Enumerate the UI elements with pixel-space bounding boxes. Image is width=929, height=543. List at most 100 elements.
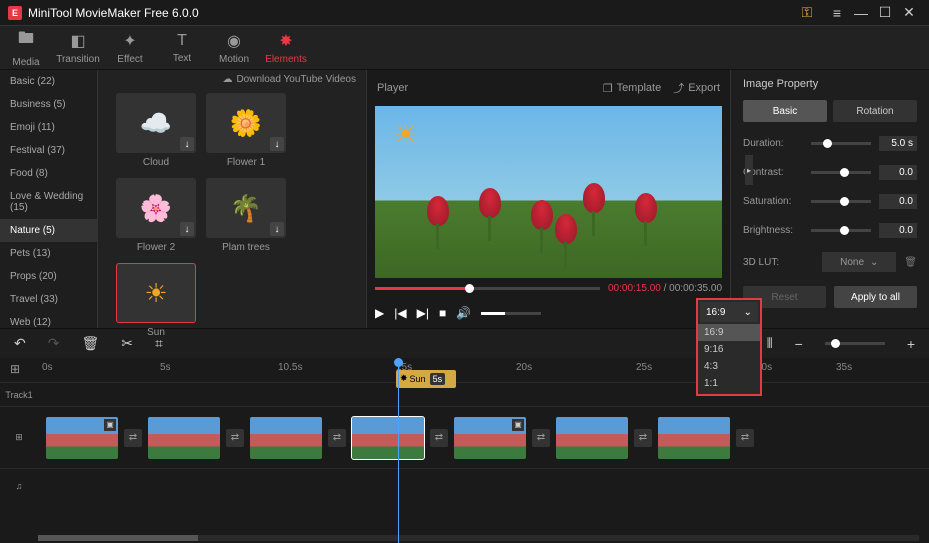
aspect-option-9-16[interactable]: 9:16 (698, 341, 760, 358)
transition-slot[interactable]: ⇄ (226, 429, 244, 447)
transition-slot[interactable]: ⇄ (328, 429, 346, 447)
export-button[interactable]: ⤴Export (673, 80, 720, 96)
clip-7[interactable] (658, 417, 730, 459)
lut-delete-icon[interactable]: 🗑 (904, 257, 917, 268)
sidebar-item-food[interactable]: Food (8) (0, 162, 97, 185)
minimize-button[interactable]: — (849, 3, 873, 23)
tab-rotation[interactable]: Rotation (833, 100, 917, 122)
saturation-value[interactable]: 0.0 (879, 194, 917, 209)
player-seek-bar[interactable]: 00:00:15.00 / 00:00:35.00 (367, 278, 730, 298)
tab-text[interactable]: TText (156, 26, 208, 70)
redo-button[interactable]: ↷ (48, 335, 60, 352)
overlay-clip-sun[interactable]: ✸ Sun 5s (396, 370, 456, 388)
sidebar-item-festival[interactable]: Festival (37) (0, 139, 97, 162)
titlebar: E MiniTool MovieMaker Free 6.0.0 ⚿ ≡ — ☐… (0, 0, 929, 26)
element-cloud[interactable]: ☁️↓ Cloud (116, 93, 196, 168)
add-icon[interactable]: ↓ (180, 137, 194, 151)
zoom-slider[interactable] (825, 342, 885, 345)
element-flower-1[interactable]: 🌼↓ Flower 1 (206, 93, 286, 168)
text-icon: T (177, 32, 187, 50)
menu-icon[interactable]: ≡ (825, 3, 849, 23)
transition-slot[interactable]: ⇄ (124, 429, 142, 447)
zoom-in-button[interactable]: + (907, 336, 915, 352)
undo-button[interactable]: ↶ (14, 335, 26, 352)
volume-icon[interactable]: 🔊 (456, 306, 471, 320)
add-icon[interactable]: ↓ (270, 222, 284, 236)
tab-elements[interactable]: ✸Elements (260, 26, 312, 70)
sidebar-item-travel[interactable]: Travel (33) (0, 288, 97, 311)
element-palm-trees[interactable]: 🌴↓ Plam trees (206, 178, 286, 253)
license-key-icon[interactable]: ⚿ (795, 3, 819, 23)
category-sidebar: Basic (22) Business (5) Emoji (11) Festi… (0, 70, 98, 328)
contrast-value[interactable]: 0.0 (879, 165, 917, 180)
sidebar-item-love[interactable]: Love & Wedding (15) (0, 185, 97, 219)
clip-2[interactable] (148, 417, 220, 459)
stop-button[interactable]: ■ (439, 306, 446, 320)
sidebar-item-business[interactable]: Business (5) (0, 93, 97, 116)
timeline-scrollbar[interactable] (38, 535, 919, 541)
tab-transition[interactable]: ◧Transition (52, 26, 104, 70)
aspect-ratio-dropdown[interactable]: 16:9⌄ 16:9 9:16 4:3 1:1 (696, 298, 762, 396)
close-button[interactable]: ✕ (897, 3, 921, 23)
apply-all-button[interactable]: Apply to all (834, 286, 917, 308)
transition-slot[interactable]: ⇄ (532, 429, 550, 447)
tab-basic[interactable]: Basic (743, 100, 827, 122)
sidebar-item-web[interactable]: Web (12) (0, 311, 97, 328)
motion-icon: ◉ (227, 31, 241, 51)
aspect-option-16-9[interactable]: 16:9 (698, 324, 760, 341)
brightness-label: Brightness: (743, 225, 803, 236)
transition-slot[interactable]: ⇄ (736, 429, 754, 447)
play-button[interactable]: ▶ (375, 306, 384, 320)
clip-badge-icon: ▣ (104, 419, 116, 431)
clip-3[interactable] (250, 417, 322, 459)
maximize-button[interactable]: ☐ (873, 3, 897, 23)
saturation-slider[interactable] (811, 200, 871, 203)
download-youtube-link[interactable]: ☁Download YouTube Videos (98, 70, 366, 89)
clip-badge-icon: ▣ (512, 419, 524, 431)
prev-frame-button[interactable]: |◀ (394, 306, 406, 320)
sidebar-item-nature[interactable]: Nature (5) (0, 219, 97, 242)
playhead[interactable] (398, 358, 399, 543)
element-flower-2[interactable]: 🌸↓ Flower 2 (116, 178, 196, 253)
tab-media[interactable]: 🖿Media (0, 26, 52, 70)
aspect-ratio-select[interactable]: 16:9⌄ (700, 302, 758, 322)
tab-motion[interactable]: ◉Motion (208, 26, 260, 70)
transition-slot[interactable]: ⇄ (430, 429, 448, 447)
volume-slider[interactable] (481, 312, 541, 315)
zoom-out-button[interactable]: − (795, 336, 803, 352)
split-button[interactable]: ✂ (121, 335, 133, 352)
sun-overlay-icon: ☀ (393, 118, 418, 151)
lut-select[interactable]: None⌄ (822, 252, 896, 272)
clip-1[interactable]: ▣ (46, 417, 118, 459)
duration-slider[interactable] (811, 142, 871, 145)
transition-icon: ◧ (70, 31, 85, 51)
lut-label: 3D LUT: (743, 257, 803, 268)
template-button[interactable]: ❐Template (603, 82, 662, 95)
video-preview[interactable]: ☀ (375, 106, 722, 278)
brightness-slider[interactable] (811, 229, 871, 232)
duration-value[interactable]: 5.0 s (879, 136, 917, 151)
aspect-option-4-3[interactable]: 4:3 (698, 358, 760, 375)
sidebar-item-props[interactable]: Props (20) (0, 265, 97, 288)
next-frame-button[interactable]: ▶| (417, 306, 429, 320)
sidebar-item-pets[interactable]: Pets (13) (0, 242, 97, 265)
brightness-value[interactable]: 0.0 (879, 223, 917, 238)
panel-expand-handle[interactable]: ▸ (745, 155, 753, 185)
ruler-toggle-icon[interactable]: ⊞ (10, 362, 20, 376)
speed-button[interactable]: ⫴ (767, 335, 773, 352)
transition-slot[interactable]: ⇄ (634, 429, 652, 447)
delete-button[interactable]: 🗑 (81, 335, 99, 352)
tab-effect[interactable]: ✦Effect (104, 26, 156, 70)
add-icon[interactable]: ↓ (270, 137, 284, 151)
sidebar-item-emoji[interactable]: Emoji (11) (0, 116, 97, 139)
overlay-track: Track1 ✸ Sun 5s (0, 382, 929, 406)
element-sun[interactable]: ☀ Sun (116, 263, 196, 338)
add-icon[interactable]: ↓ (180, 222, 194, 236)
aspect-option-1-1[interactable]: 1:1 (698, 375, 760, 392)
contrast-slider[interactable] (811, 171, 871, 174)
clip-6[interactable] (556, 417, 628, 459)
sidebar-item-basic[interactable]: Basic (22) (0, 70, 97, 93)
crop-button[interactable]: ⌗ (155, 335, 163, 352)
clip-4[interactable] (352, 417, 424, 459)
clip-5[interactable]: ▣ (454, 417, 526, 459)
